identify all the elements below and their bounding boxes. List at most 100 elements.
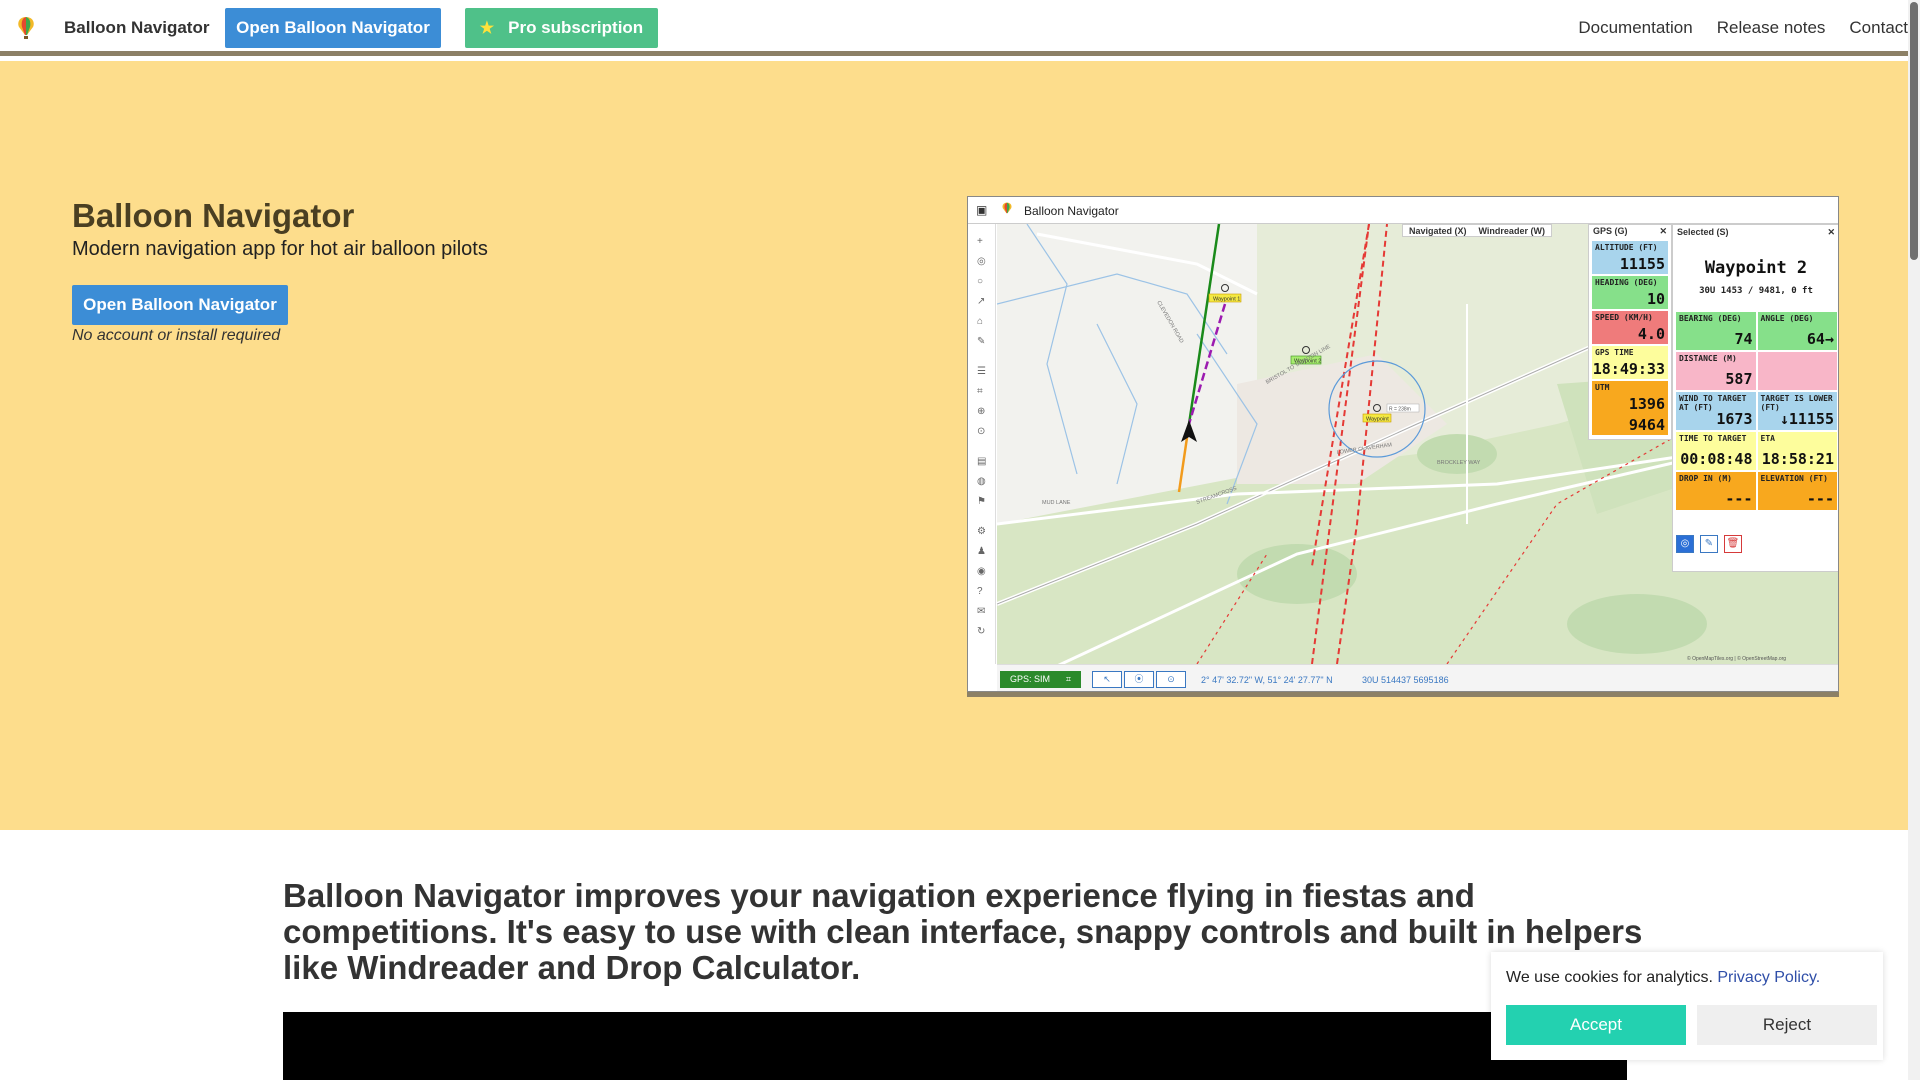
circle-icon: ○ xyxy=(977,276,984,287)
metric-value: 74 xyxy=(1734,330,1753,348)
nav-link-documentation[interactable]: Documentation xyxy=(1578,18,1692,38)
gps-panel: GPS (G) ✕ ALTITUDE (FT) 11155 HEADING (DE… xyxy=(1588,224,1672,440)
cookie-reject-button[interactable]: Reject xyxy=(1697,1005,1877,1045)
metric-value: 18:58:21 xyxy=(1761,450,1834,468)
close-icon[interactable]: ✕ xyxy=(1827,227,1835,238)
navigate-icon[interactable]: ◎ xyxy=(1676,535,1694,553)
map-attribution: © OpenMapTiles.org | © OpenStreetMap.org xyxy=(1687,655,1786,662)
selected-waypoint-name: Waypoint 2 xyxy=(1704,258,1808,278)
help-icon: ? xyxy=(977,586,983,597)
metric-value: 64→ xyxy=(1806,330,1834,348)
grid-icon: ⌗ xyxy=(977,386,983,397)
selected-metrics-grid: BEARING (DEG) 74 ANGLE (DEG) 64→ DISTANCE … xyxy=(1676,312,1837,512)
cookie-banner: We use cookies for analytics. Privacy Po… xyxy=(1491,952,1883,1060)
balloon-logo-icon[interactable] xyxy=(16,16,36,40)
metric-value: 00:08:48 xyxy=(1680,450,1753,468)
hero-section: Balloon Navigator Modern navigation app … xyxy=(0,61,1908,830)
nav-link-contact[interactable]: Contact xyxy=(1849,18,1908,38)
nav-links: Documentation Release notes Contact xyxy=(1578,18,1908,38)
metric-eta: ETA 18:58:21 xyxy=(1757,432,1837,470)
metric-label: TIME TO TARGET xyxy=(1679,434,1747,443)
refresh-icon: ↻ xyxy=(977,626,986,637)
pro-subscription-button[interactable]: ★ Pro subscription xyxy=(465,8,658,48)
metric-drop-in: DROP IN (M) --- xyxy=(1676,472,1756,510)
map-road-brockley-way: BROCKLEY WAY xyxy=(1437,460,1481,466)
panel-toggle-icon: ▣ xyxy=(976,203,988,217)
gps-label: UTM xyxy=(1595,383,1610,392)
feature-heading: Balloon Navigator improves your navigati… xyxy=(283,877,1643,986)
flag-icon: ⚑ xyxy=(977,496,986,507)
metric-value: --- xyxy=(1806,490,1834,508)
map-road-mud-lane: MUD LANE xyxy=(1042,500,1071,506)
hero-subtitle: Modern navigation app for hot air balloo… xyxy=(72,238,488,260)
navbar: Balloon Navigator Open Balloon Navigator… xyxy=(0,0,1908,56)
metric-label: BEARING (DEG) xyxy=(1679,314,1742,323)
edit-icon[interactable]: ✎ xyxy=(1700,535,1718,553)
gps-cell-altitude: ALTITUDE (FT) 11155 xyxy=(1592,241,1668,274)
preview-toolbar: + ◎ ○ ↗ ⌂ ✎ ☰ ⌗ ⊕ ⊙ ▤ ◍ ⚑ ⚙ ♟ ◉ ? ✉ ↻ xyxy=(968,224,996,664)
metric-distance: DISTANCE (M) 587 xyxy=(1676,352,1756,390)
delete-icon[interactable]: 🗑 xyxy=(1724,535,1742,553)
gps-label: ALTITUDE (FT) xyxy=(1595,243,1658,252)
video-player[interactable] xyxy=(283,1012,1627,1080)
metric-value: 1673 xyxy=(1716,410,1753,428)
gps-sim-badge[interactable]: GPS: SIM ⌗ xyxy=(1000,671,1081,688)
selected-actions: ◎ ✎ 🗑 xyxy=(1676,535,1742,553)
gps-cell-heading: HEADING (DEG) 10 xyxy=(1592,276,1668,309)
metrics-row: WIND TO TARGET AT (FT) 1673 TARGET IS LOW… xyxy=(1676,392,1837,430)
cursor-utm: 30U 514437 5695186 xyxy=(1362,675,1449,685)
app-preview-screenshot: ▣ Balloon Navigator + ◎ ○ ↗ ⌂ ✎ ☰ ⌗ ⊕ ⊙ … xyxy=(967,196,1839,692)
close-icon[interactable]: ✕ xyxy=(1659,226,1667,238)
metric-bearing: BEARING (DEG) 74 xyxy=(1676,312,1756,350)
metric-target-lower: TARGET IS LOWER (FT) ↓11155 xyxy=(1757,392,1837,430)
gps-value: 10 xyxy=(1646,290,1665,308)
hero-title: Balloon Navigator xyxy=(72,197,355,234)
metrics-row: DROP IN (M) --- ELEVATION (FT) --- xyxy=(1676,472,1837,510)
gps-value: 1396 xyxy=(1628,395,1665,413)
cursor-mode-icon[interactable]: ↖ xyxy=(1092,671,1122,688)
metric-label: DROP IN (M) xyxy=(1679,474,1732,483)
star-icon: ★ xyxy=(479,20,495,37)
marker-icon: ◎ xyxy=(977,256,986,267)
metric-value: 587 xyxy=(1725,370,1753,388)
map-label-waypoint-3: Waypoint xyxy=(1366,417,1389,423)
plus-icon: + xyxy=(977,236,983,247)
gps-value: 18:49:33 xyxy=(1592,360,1665,378)
crosshair-icon: ⊙ xyxy=(977,426,986,437)
compass-icon: ◍ xyxy=(977,476,986,487)
metric-angle: ANGLE (DEG) 64→ xyxy=(1757,312,1837,350)
center-icon[interactable]: ⦿ xyxy=(1124,671,1154,688)
nav-link-release-notes[interactable]: Release notes xyxy=(1717,18,1826,38)
globe-icon: ◉ xyxy=(977,566,986,577)
layers-icon: ☰ xyxy=(977,366,986,377)
scrollbar-thumb[interactable] xyxy=(1910,2,1918,260)
gps-value-secondary: 9464 xyxy=(1628,416,1665,434)
brand-name[interactable]: Balloon Navigator xyxy=(64,18,209,38)
selected-panel-title: Selected (S) xyxy=(1677,227,1729,237)
tab-navigated[interactable]: Navigated (X) xyxy=(1403,225,1473,236)
page-scrollbar[interactable] xyxy=(1908,0,1920,1080)
cookie-message: We use cookies for analytics. Privacy Po… xyxy=(1506,969,1820,987)
map-label-radius: R = 238m xyxy=(1389,407,1411,413)
metric-elevation: ELEVATION (FT) --- xyxy=(1757,472,1837,510)
locate-icon[interactable]: ⊙ xyxy=(1156,671,1186,688)
gps-value: 11155 xyxy=(1619,255,1665,273)
gps-label: GPS TIME xyxy=(1595,348,1634,357)
open-navigator-button[interactable]: Open Balloon Navigator xyxy=(225,8,441,48)
metric-label: ETA xyxy=(1760,434,1775,443)
metrics-row: BEARING (DEG) 74 ANGLE (DEG) 64→ xyxy=(1676,312,1837,350)
cursor-coordinates: 2° 47' 32.72" W, 51° 24' 27.77" N xyxy=(1201,675,1333,685)
gps-panel-title: GPS (G) xyxy=(1593,226,1628,236)
selected-waypoint-utm: 30U 1453 / 9481, 0 ft xyxy=(1699,286,1813,296)
metric-label: ANGLE (DEG) xyxy=(1760,314,1814,323)
cookie-accept-button[interactable]: Accept xyxy=(1506,1005,1686,1045)
gps-label: SPEED (KM/H) xyxy=(1595,313,1653,322)
satellite-icon: ⌗ xyxy=(1065,674,1071,684)
gps-cell-utm: UTM 1396 9464 xyxy=(1592,381,1668,435)
pro-subscription-label: Pro subscription xyxy=(508,18,644,37)
gps-label: HEADING (DEG) xyxy=(1595,278,1658,287)
users-icon: ♟ xyxy=(977,546,986,557)
hero-open-navigator-button[interactable]: Open Balloon Navigator xyxy=(72,285,288,325)
tab-windreader[interactable]: Windreader (W) xyxy=(1473,225,1551,236)
privacy-policy-link[interactable]: Privacy Policy. xyxy=(1717,969,1820,986)
